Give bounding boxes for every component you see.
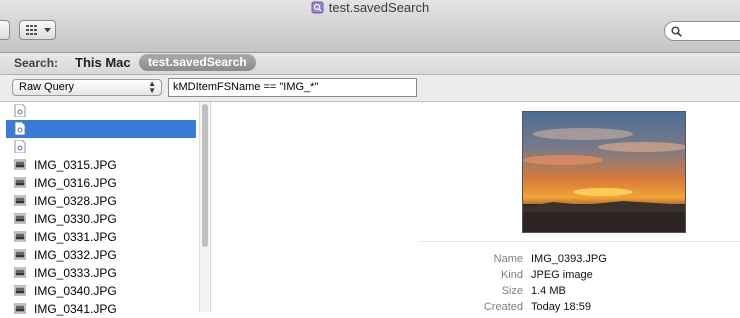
- chevron-down-icon: [44, 28, 51, 33]
- list-item[interactable]: [6, 102, 196, 120]
- query-type-select[interactable]: Raw Query ▲ ▼: [12, 79, 162, 96]
- meta-key: Name: [493, 253, 523, 265]
- arrange-view-button[interactable]: [19, 20, 56, 40]
- list-item[interactable]: IMG_0315.JPG: [6, 156, 196, 174]
- list-item[interactable]: IMG_0332.JPG: [6, 246, 196, 264]
- image-thumbnail-icon: [14, 159, 26, 170]
- list-item[interactable]: IMG_0333.JPG: [6, 264, 196, 282]
- back-forward-button[interactable]: [0, 20, 10, 40]
- meta-key: Size: [501, 285, 523, 297]
- list-item[interactable]: IMG_0328.JPG: [6, 192, 196, 210]
- list-item-label: IMG_0333.JPG: [34, 266, 117, 280]
- document-icon: [14, 104, 26, 117]
- list-item-label: IMG_0331.JPG: [34, 230, 117, 244]
- query-type-value: Raw Query: [19, 81, 75, 93]
- window-title: test.savedSearch: [328, 0, 430, 15]
- image-thumbnail-icon: [14, 249, 26, 260]
- document-icon: [14, 122, 26, 135]
- search-label: Search:: [14, 56, 59, 70]
- list-item[interactable]: [6, 138, 196, 156]
- scope-saved-search[interactable]: test.savedSearch: [139, 54, 256, 71]
- image-thumbnail-icon: [14, 267, 26, 278]
- image-thumbnail-icon: [14, 303, 26, 314]
- image-thumbnail-icon: [14, 231, 26, 242]
- list-item-label: IMG_0341.JPG: [34, 302, 117, 316]
- updown-arrows-icon: ▲ ▼: [148, 79, 156, 95]
- list-item-label: IMG_0316.JPG: [34, 176, 117, 190]
- toolbar-search-field[interactable]: [664, 21, 740, 41]
- list-item-label: IMG_0332.JPG: [34, 248, 117, 262]
- preview-separator: [419, 241, 740, 242]
- pane-divider[interactable]: [210, 102, 211, 312]
- results-scrollbar[interactable]: [199, 102, 210, 312]
- window-toolbar: test.savedSearch: [0, 0, 740, 53]
- list-view-icon: [26, 25, 37, 35]
- search-scope-bar: Search: This Mac test.savedSearch: [0, 53, 740, 75]
- window-title-bar: test.savedSearch: [0, 0, 740, 16]
- list-item-label: IMG_0340.JPG: [34, 284, 117, 298]
- sunset-photo-image: [523, 112, 685, 232]
- list-item-label: IMG_0315.JPG: [34, 158, 117, 172]
- list-item[interactable]: IMG_0331.JPG: [6, 228, 196, 246]
- meta-key: Kind: [500, 269, 523, 281]
- results-list: IMG_0315.JPG IMG_0316.JPG IMG_0328.JPG IMG_…: [0, 102, 200, 316]
- list-item[interactable]: IMG_0316.JPG: [6, 174, 196, 192]
- scroll-thumb[interactable]: [202, 104, 208, 247]
- meta-value: Today 18:59: [531, 301, 591, 313]
- raw-query-input[interactable]: kMDItemFSName == "IMG_*": [168, 78, 417, 97]
- meta-value: IMG_0393.JPG: [531, 253, 607, 265]
- list-item[interactable]: IMG_0330.JPG: [6, 210, 196, 228]
- image-thumbnail-icon: [14, 177, 26, 188]
- list-item[interactable]: IMG_0340.JPG: [6, 282, 196, 300]
- saved-search-icon: [311, 1, 324, 14]
- list-item[interactable]: IMG_0341.JPG: [6, 300, 196, 318]
- image-thumbnail-icon: [14, 285, 26, 296]
- image-thumbnail-icon: [14, 195, 26, 206]
- meta-value: 1.4 MB: [531, 285, 566, 297]
- image-preview: [522, 111, 686, 233]
- image-thumbnail-icon: [14, 213, 26, 224]
- search-icon: [671, 26, 682, 37]
- meta-value: JPEG image: [531, 269, 593, 281]
- document-icon: [14, 140, 26, 153]
- list-item[interactable]: [6, 120, 196, 138]
- list-item-label: IMG_0328.JPG: [34, 194, 117, 208]
- meta-key: Created: [483, 301, 523, 313]
- list-item-label: IMG_0330.JPG: [34, 212, 117, 226]
- query-row: Raw Query ▲ ▼ kMDItemFSName == "IMG_*": [0, 75, 740, 102]
- scope-this-mac[interactable]: This Mac: [75, 55, 131, 70]
